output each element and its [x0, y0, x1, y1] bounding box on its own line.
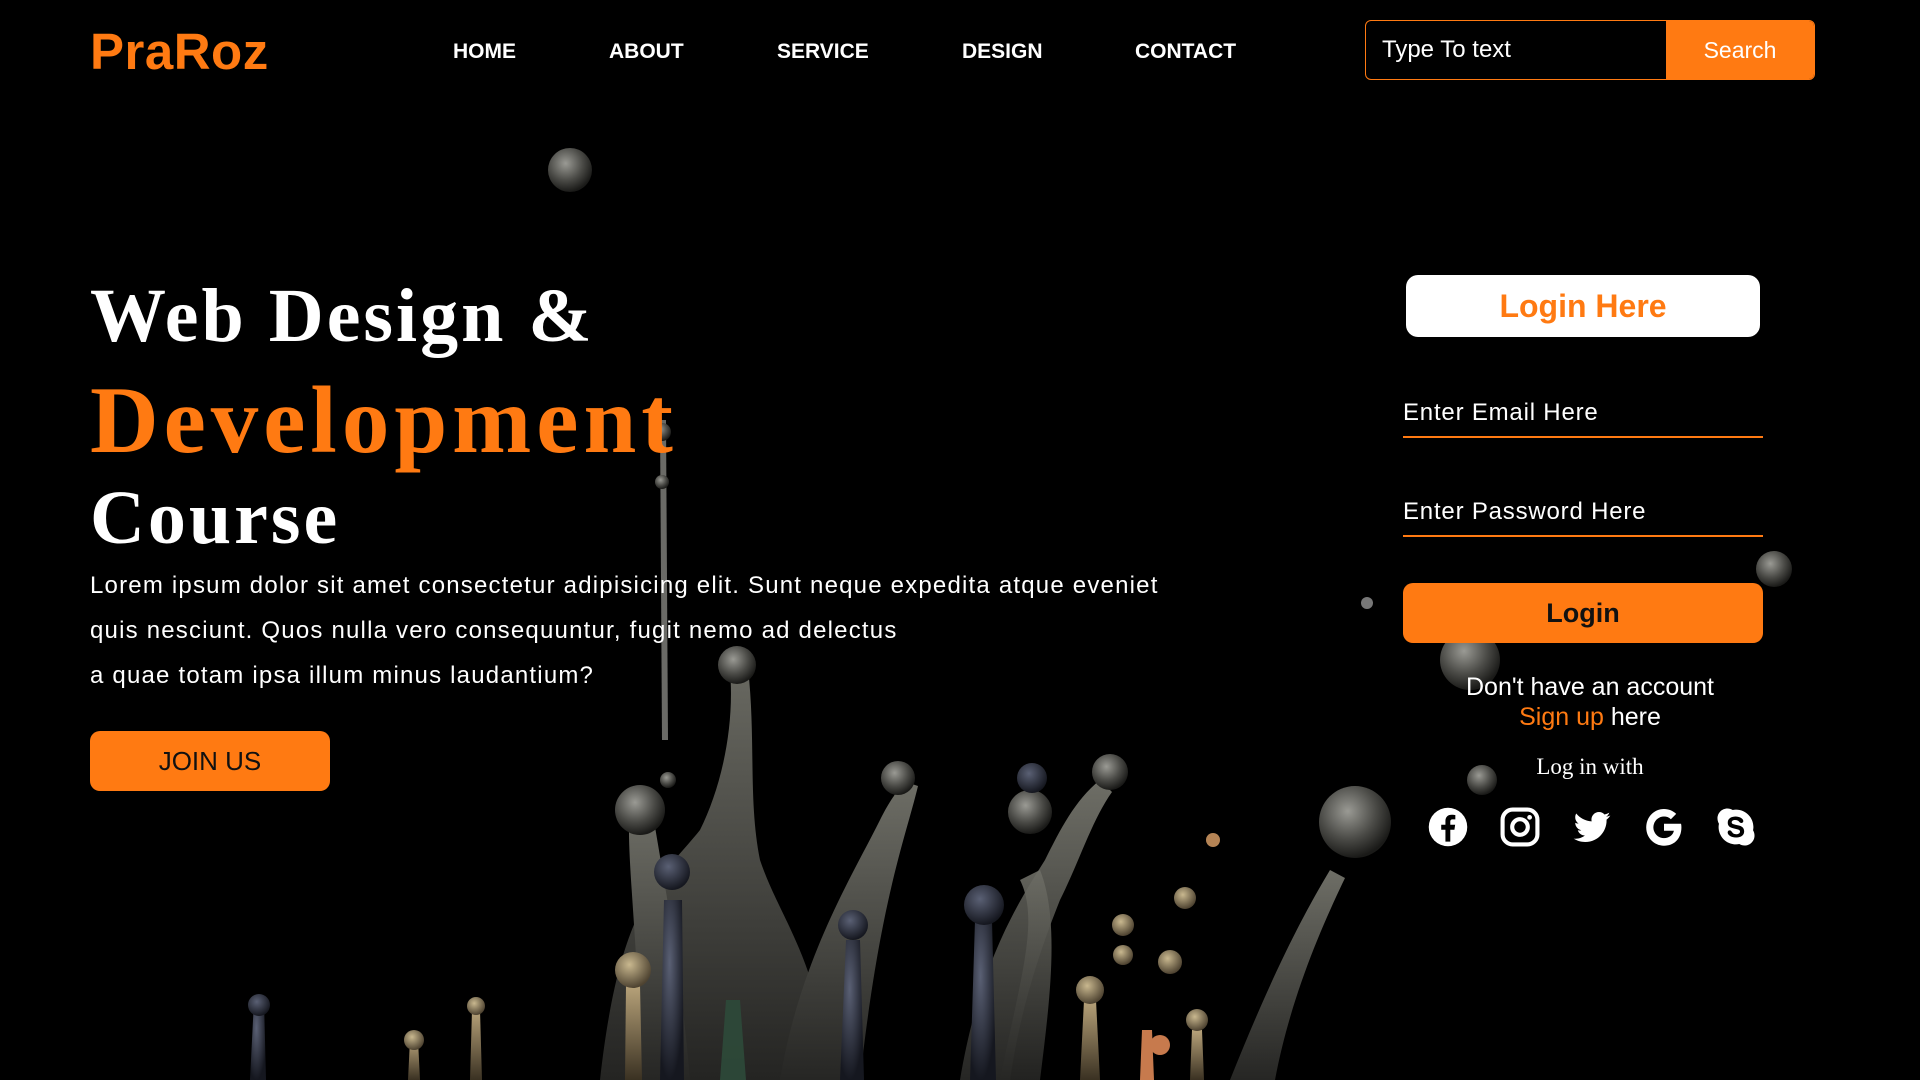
search-bar: Search — [1365, 20, 1815, 80]
login-panel: Login Here Login Don't have an account S… — [1400, 270, 1770, 870]
nav-about[interactable]: ABOUT — [609, 40, 684, 64]
brand-logo[interactable]: PraRoz — [90, 22, 269, 81]
login-button[interactable]: Login — [1403, 583, 1763, 643]
signup-suffix: here — [1603, 703, 1661, 731]
signup-prompt: Don't have an account Sign up here — [1400, 672, 1780, 732]
no-account-text: Don't have an account — [1466, 673, 1714, 701]
skype-icon[interactable] — [1714, 805, 1758, 849]
log-in-with-label: Log in with — [1536, 754, 1644, 779]
hero-description-line: a quae totam ipsa illum minus laudantium… — [90, 662, 595, 689]
instagram-icon[interactable] — [1498, 805, 1542, 849]
hero-title-line-1: Web Design & — [90, 274, 595, 358]
google-icon[interactable] — [1642, 805, 1686, 849]
signup-link[interactable]: Sign up — [1519, 703, 1604, 731]
hero-title-line-2: Development — [90, 367, 678, 473]
hero-description: Lorem ipsum dolor sit amet consectetur a… — [90, 563, 1340, 698]
nav-design[interactable]: DESIGN — [962, 40, 1043, 64]
landing-page: PraRoz HOME ABOUT SERVICE DESIGN CONTACT… — [0, 0, 1920, 1080]
nav-contact[interactable]: CONTACT — [1135, 40, 1236, 64]
search-button[interactable]: Search — [1666, 21, 1814, 79]
hero-description-line: Lorem ipsum dolor sit amet consectetur a… — [90, 572, 1159, 599]
password-field[interactable] — [1403, 489, 1763, 535]
hero-description-line: quis nesciunt. Quos nulla vero consequun… — [90, 617, 898, 644]
email-field-container — [1403, 390, 1763, 438]
join-us-button[interactable]: JOIN US — [90, 731, 330, 791]
signup-line: Sign up here — [1400, 702, 1780, 732]
hero-title-line-3: Course — [90, 476, 341, 560]
twitter-icon[interactable] — [1570, 805, 1614, 849]
email-field[interactable] — [1403, 390, 1763, 436]
search-input[interactable] — [1366, 21, 1666, 79]
password-field-container — [1403, 489, 1763, 537]
facebook-icon[interactable] — [1426, 805, 1470, 849]
nav-home[interactable]: HOME — [453, 40, 516, 64]
login-title: Login Here — [1406, 275, 1760, 337]
nav-service[interactable]: SERVICE — [777, 40, 869, 64]
